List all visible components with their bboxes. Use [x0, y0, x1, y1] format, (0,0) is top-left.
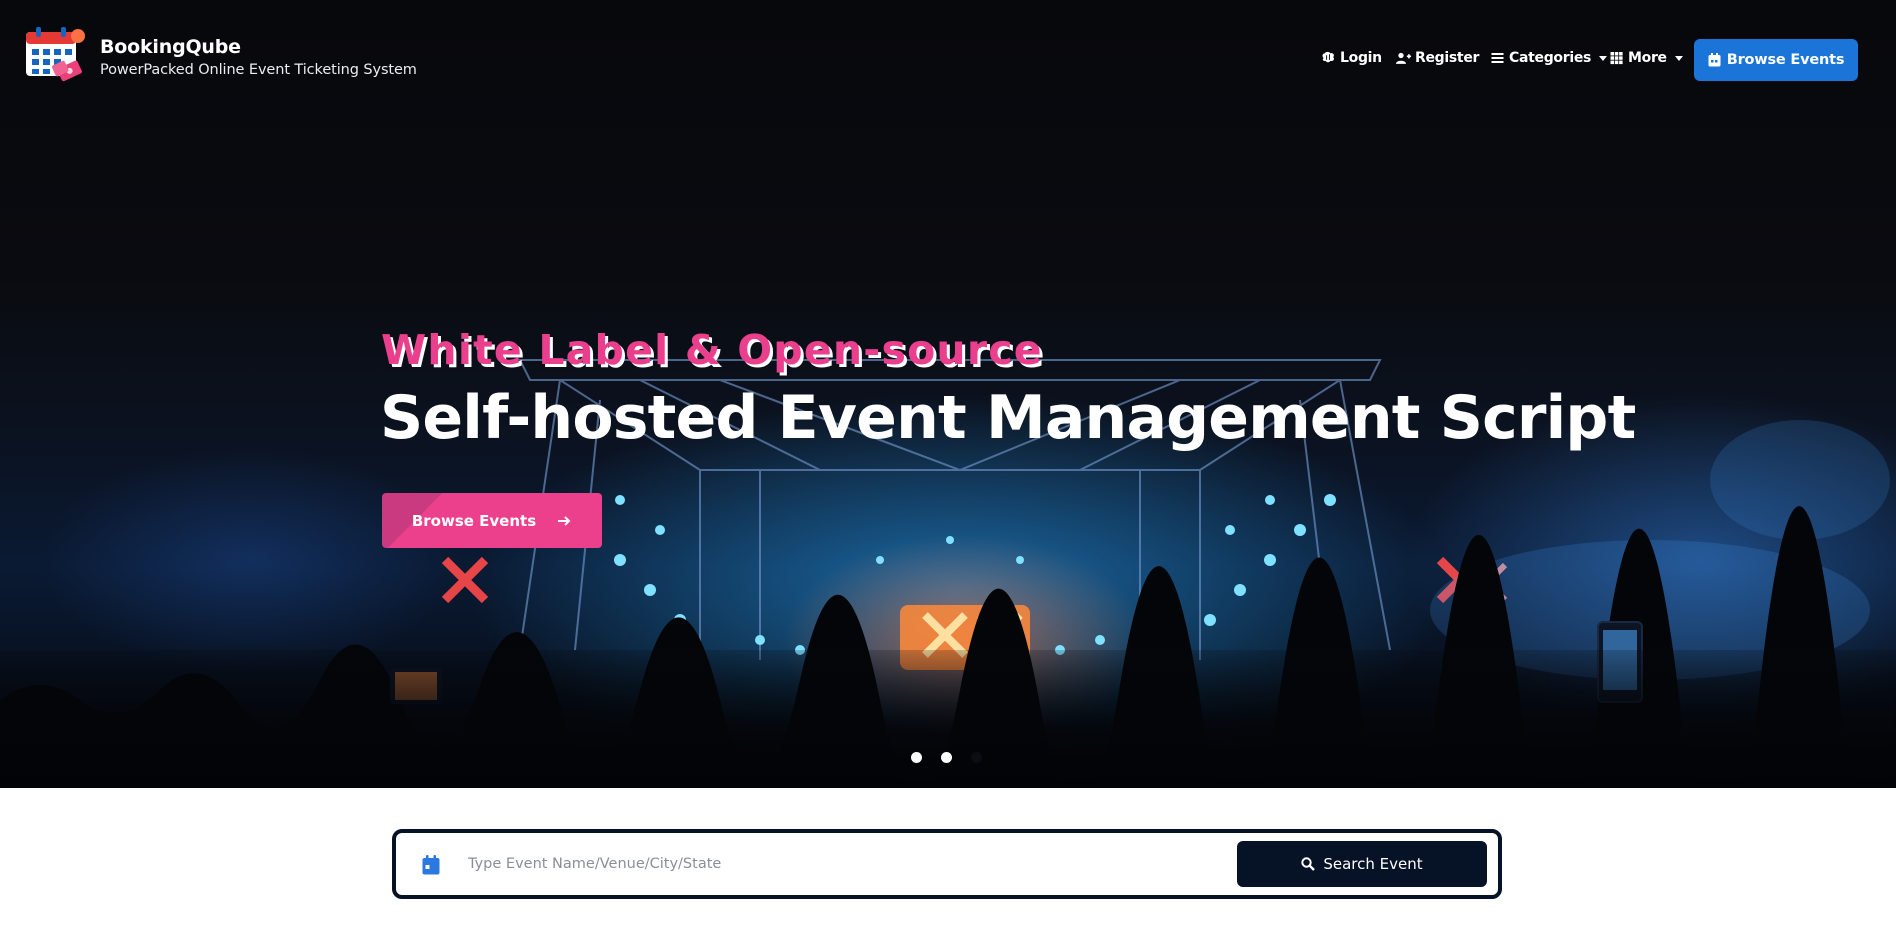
chevron-down-icon	[1599, 55, 1608, 61]
grid-icon	[1610, 52, 1623, 65]
brain-icon	[1322, 51, 1334, 63]
nav-login-label: Login	[1340, 50, 1382, 66]
carousel-dot-3[interactable]	[971, 752, 982, 763]
calendar-icon	[422, 855, 440, 875]
hero-title: Self-hosted Event Management Script	[380, 383, 1636, 453]
user-plus-icon	[1396, 52, 1411, 64]
event-search-bar: Search Event	[392, 829, 1502, 899]
event-search-input[interactable]	[468, 847, 1168, 881]
nav-register[interactable]: Register	[1396, 48, 1479, 68]
browse-events-hero-label: Browse Events	[411, 511, 537, 530]
hero-subtitle: White Label & Open-source	[381, 326, 1043, 374]
search-event-button[interactable]: Search Event	[1237, 841, 1487, 887]
search-event-label: Search Event	[1323, 855, 1423, 873]
chevron-down-icon	[1674, 55, 1683, 61]
nav-more-label: More	[1628, 50, 1667, 66]
calendar-icon	[1708, 53, 1721, 67]
crowd-overlay	[0, 650, 1896, 788]
carousel-dot-1[interactable]	[911, 752, 922, 763]
nav-categories-label: Categories	[1509, 50, 1592, 66]
browse-events-hero-button[interactable]: Browse Events	[382, 493, 602, 548]
search-icon	[1301, 857, 1316, 871]
browse-events-header-label: Browse Events	[1726, 52, 1845, 68]
nav-categories[interactable]: Categories	[1490, 48, 1608, 68]
top-nav: Login Register Categories More	[0, 48, 1896, 68]
nav-more[interactable]: More	[1609, 48, 1683, 68]
carousel-dot-2[interactable]	[941, 752, 952, 763]
arrow-right-icon	[558, 515, 571, 526]
carousel-indicators	[0, 752, 1896, 764]
browse-events-header-button[interactable]: Browse Events	[1694, 39, 1858, 81]
nav-register-label: Register	[1415, 50, 1480, 66]
nav-login[interactable]: Login	[1321, 48, 1382, 68]
list-icon	[1491, 53, 1504, 63]
